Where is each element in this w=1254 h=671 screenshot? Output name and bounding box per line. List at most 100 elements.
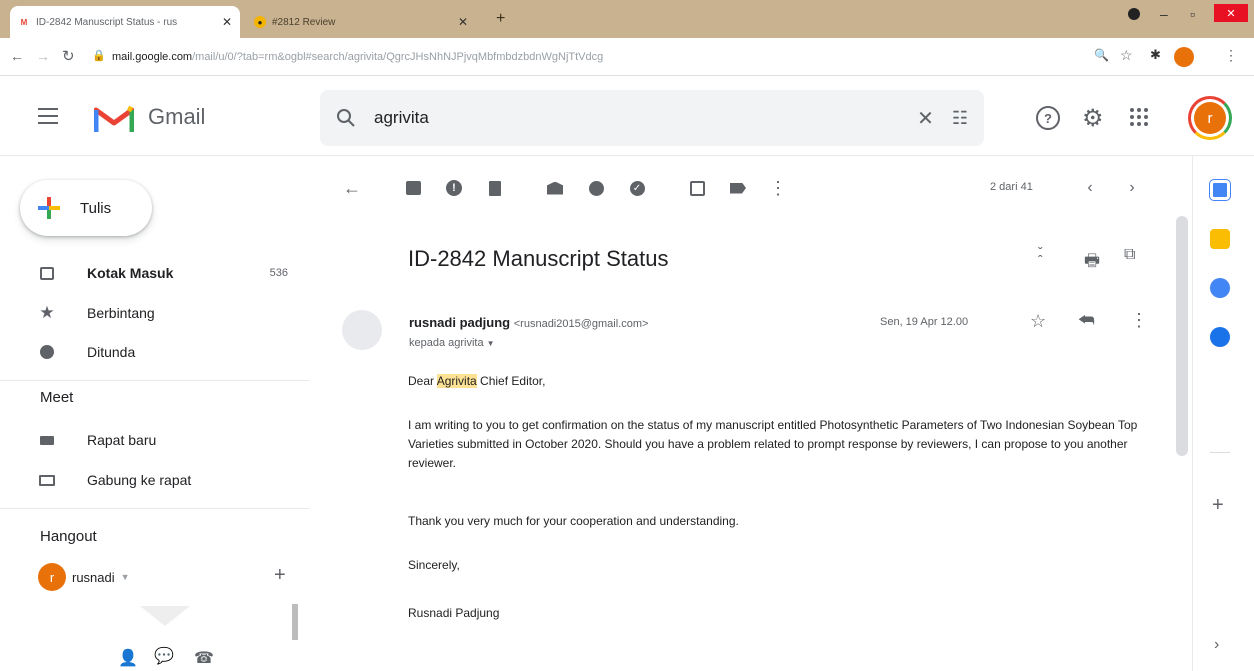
print-icon[interactable]: 🖶 — [1084, 248, 1100, 277]
search-highlight: Agrivita — [436, 374, 477, 388]
sidebar-item-label: Ditunda — [87, 344, 136, 360]
forward-arrow-icon[interactable]: → — [36, 48, 50, 64]
sidebar-divider — [0, 380, 310, 381]
browser-tab-review[interactable]: ● #2812 Review ✕ — [246, 6, 476, 38]
tab-title: #2812 Review — [272, 16, 336, 28]
calendar-icon[interactable] — [1209, 179, 1231, 201]
sidebar-scrollbar[interactable] — [292, 604, 298, 640]
snooze-clock-icon[interactable] — [584, 176, 608, 200]
close-tab-icon[interactable]: ✕ — [222, 15, 232, 29]
add-to-tasks-icon[interactable]: ✓ — [625, 176, 649, 200]
compose-plus-icon — [38, 197, 60, 219]
move-to-icon[interactable] — [685, 176, 709, 200]
star-message-icon[interactable]: ☆ — [1030, 311, 1046, 332]
pagination-text: 2 dari 41 — [990, 181, 1033, 193]
minimize-icon[interactable]: – — [1160, 6, 1168, 22]
bookmark-star-icon[interactable]: ☆ — [1120, 47, 1133, 64]
message-more-icon[interactable]: ⋮ — [1130, 310, 1148, 331]
get-addons-plus-icon[interactable]: + — [1212, 494, 1224, 517]
profile-dot-icon[interactable] — [1128, 8, 1140, 20]
back-arrow-icon[interactable]: ← — [10, 48, 24, 64]
rail-divider — [1210, 452, 1230, 453]
chevron-down-icon[interactable]: ▼ — [121, 572, 130, 582]
account-avatar[interactable]: r — [1188, 96, 1232, 140]
closing: Sincerely, — [408, 558, 460, 572]
reload-icon[interactable]: ↻ — [62, 47, 75, 65]
greeting-suffix: Chief Editor, — [476, 374, 546, 388]
hangout-username: rusnadi — [72, 569, 115, 585]
more-options-icon[interactable]: ⋮ — [766, 176, 790, 200]
inbox-icon — [38, 264, 56, 282]
sidebar-item-label: Berbintang — [87, 305, 155, 321]
side-panel-divider — [1192, 156, 1193, 671]
sender-name[interactable]: rusnadi padjung — [409, 315, 510, 330]
open-new-window-icon[interactable]: ⧉ — [1124, 246, 1135, 264]
collapse-all-icon[interactable]: ˇˆ — [1038, 245, 1043, 267]
url-field[interactable]: mail.google.com/mail/u/0/?tab=rm&ogbl#se… — [112, 46, 1072, 68]
browser-menu-icon[interactable]: ⋮ — [1224, 47, 1238, 64]
unread-count: 536 — [269, 267, 288, 279]
browser-tab-bar: M ID-2842 Manuscript Status - rus ✕ ● #2… — [0, 0, 1254, 38]
sidebar-item-starred[interactable]: ★ Berbintang — [0, 297, 310, 329]
main-menu-icon[interactable] — [38, 108, 58, 124]
tasks-icon[interactable] — [1210, 278, 1230, 298]
delete-trash-icon[interactable] — [483, 176, 507, 200]
hangout-heading: Hangout — [40, 528, 97, 545]
search-icon[interactable] — [336, 108, 356, 128]
label-tag-icon[interactable] — [726, 176, 750, 200]
keyboard-icon — [38, 471, 56, 489]
archive-icon[interactable] — [401, 176, 425, 200]
extensions-icon[interactable]: ✱ — [1150, 47, 1161, 63]
greeting-prefix: Dear — [408, 374, 437, 388]
avatar-letter: r — [1194, 102, 1226, 134]
show-side-panel-chevron-icon[interactable]: › — [1214, 636, 1219, 654]
new-tab-icon[interactable]: + — [496, 10, 505, 28]
message-scrollbar[interactable] — [1176, 216, 1188, 456]
site-favicon-icon: ● — [254, 16, 266, 28]
search-input[interactable]: agrivita — [374, 108, 899, 128]
compose-button[interactable]: Tulis — [20, 180, 152, 236]
search-bar[interactable]: agrivita ✕ ☷ — [320, 90, 984, 146]
signature: Rusnadi Padjung — [408, 606, 500, 620]
meet-item-new-meeting[interactable]: Rapat baru — [0, 424, 310, 456]
contacts-icon[interactable] — [1210, 327, 1230, 347]
apps-grid-icon[interactable] — [1130, 108, 1148, 126]
browser-tab-gmail[interactable]: M ID-2842 Manuscript Status - rus ✕ — [10, 6, 240, 38]
meet-item-label: Gabung ke rapat — [87, 472, 192, 488]
mark-unread-icon[interactable] — [543, 176, 567, 200]
gmail-favicon-icon: M — [20, 17, 28, 27]
settings-gear-icon[interactable]: ⚙ — [1082, 104, 1104, 133]
help-icon[interactable]: ? — [1036, 106, 1060, 130]
meet-item-label: Rapat baru — [87, 432, 157, 448]
close-tab-icon[interactable]: ✕ — [458, 15, 468, 29]
zoom-icon[interactable]: 🔍 — [1094, 48, 1109, 62]
maximize-icon[interactable]: ▫ — [1190, 6, 1195, 22]
window-close-icon[interactable]: ✕ — [1214, 4, 1248, 22]
url-host: mail.google.com — [112, 51, 193, 63]
keep-icon[interactable] — [1210, 229, 1230, 249]
browser-profile-avatar[interactable] — [1174, 47, 1194, 67]
phone-icon[interactable]: ☎ — [194, 648, 214, 668]
contacts-person-icon[interactable]: 👤 — [118, 648, 138, 668]
older-chevron-icon[interactable]: › — [1120, 176, 1144, 200]
sidebar-item-snoozed[interactable]: Ditunda — [0, 336, 310, 368]
sidebar-item-inbox[interactable]: Kotak Masuk 536 — [0, 257, 310, 289]
body-paragraph: I am writing to you to get confirmation … — [408, 418, 1138, 470]
add-hangout-icon[interactable]: + — [274, 564, 286, 587]
recipient-line[interactable]: kepada agrivita ▼ — [409, 337, 495, 349]
back-to-list-icon[interactable]: ← — [340, 176, 364, 200]
newer-chevron-icon[interactable]: ‹ — [1078, 176, 1102, 200]
search-options-icon[interactable]: ☷ — [952, 108, 968, 129]
report-spam-icon[interactable]: ! — [442, 176, 466, 200]
reply-icon[interactable]: ⮪ — [1078, 310, 1095, 331]
hangout-user[interactable]: r rusnadi ▼ — [38, 562, 298, 592]
sidebar-item-label: Kotak Masuk — [87, 265, 174, 281]
message-date: Sen, 19 Apr 12.00 — [880, 316, 969, 328]
message-subject: ID-2842 Manuscript Status — [408, 246, 669, 271]
clear-search-icon[interactable]: ✕ — [917, 106, 934, 131]
hangouts-chat-icon[interactable]: 💬 — [154, 646, 174, 666]
sender-avatar — [342, 310, 382, 350]
chevron-down-icon[interactable]: ▼ — [487, 339, 495, 348]
meet-item-join-meeting[interactable]: Gabung ke rapat — [0, 464, 310, 496]
lock-icon: 🔒 — [92, 50, 106, 62]
